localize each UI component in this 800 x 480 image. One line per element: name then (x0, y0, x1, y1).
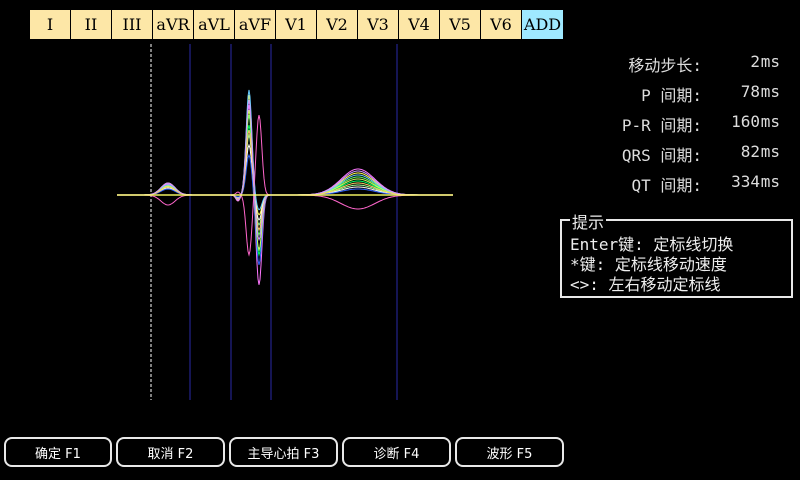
measurement-value: 160 (731, 112, 760, 131)
measurement-unit: ms (760, 142, 780, 161)
dominant-beat-f3-button[interactable]: 主导心拍 F3 (229, 437, 338, 467)
measurement-row: QRS 间期: 82 ms (560, 142, 790, 172)
lead-tab-avf[interactable]: aVF (235, 10, 276, 39)
lead-tab-ii[interactable]: II (71, 10, 112, 39)
diagnosis-f4-button[interactable]: 诊断 F4 (342, 437, 451, 467)
lead-trace-1 (117, 114, 453, 237)
measurement-label: P-R 间期: (621, 116, 702, 135)
average-beat-plot (117, 44, 453, 400)
measurement-label: QRS 间期: (621, 146, 702, 165)
lead-trace-3 (117, 133, 453, 226)
lead-trace-2 (117, 124, 453, 257)
lead-tab-v5[interactable]: V5 (440, 10, 481, 39)
measurement-value: 334 (731, 172, 760, 191)
measurement-row: P 间期: 78 ms (560, 82, 790, 112)
lead-trace-5 (117, 143, 453, 221)
lead-tab-v6[interactable]: V6 (481, 10, 522, 39)
hint-line-arrows: <>: 左右移动定标线 (570, 275, 721, 294)
measurement-unit: ms (760, 172, 780, 191)
lead-trace-0 (117, 94, 453, 216)
measurement-value: 82 (740, 142, 760, 161)
lead-tab-add[interactable]: ADD (522, 10, 564, 39)
measurement-value: 2 (750, 52, 760, 71)
measurement-row: 移动步长: 2 ms (560, 52, 790, 82)
hint-title: 提示 (570, 209, 607, 233)
measurement-label: QT 间期: (631, 176, 702, 195)
measurement-unit: ms (760, 112, 780, 131)
lead-tabs: I II III aVR aVL aVF V1 V2 V3 V4 V5 V6 ADD (30, 10, 564, 39)
lead-tab-avl[interactable]: aVL (194, 10, 235, 39)
lead-tab-v2[interactable]: V2 (317, 10, 358, 39)
confirm-f1-button[interactable]: 确定 F1 (4, 437, 112, 467)
lead-trace-9 (117, 110, 453, 252)
lead-tab-v4[interactable]: V4 (399, 10, 440, 39)
measurement-unit: ms (760, 52, 780, 71)
lead-tab-v3[interactable]: V3 (358, 10, 399, 39)
measurement-value: 78 (740, 82, 760, 101)
interval-measurements: 移动步长: 2 ms P 间期: 78 ms P-R 间期: 160 ms QRS 间期: 82 ms… (560, 52, 790, 202)
measurement-unit: ms (760, 82, 780, 101)
hint-box: 提示 Enter键: 定标线切换 *键: 定标线移动速度 <>: 左右移动定标线 (560, 209, 793, 298)
waveform-f5-button[interactable]: 波形 F5 (455, 437, 564, 467)
lead-tab-iii[interactable]: III (112, 10, 153, 39)
lead-tab-v1[interactable]: V1 (276, 10, 317, 39)
lead-tab-i[interactable]: I (30, 10, 71, 39)
lead-trace-11 (117, 100, 453, 242)
measurement-row: QT 间期: 334 ms (560, 172, 790, 202)
measurement-row: P-R 间期: 160 ms (560, 112, 790, 142)
cancel-f2-button[interactable]: 取消 F2 (116, 437, 225, 467)
measurement-label: 移动步长: (628, 56, 702, 75)
measurement-label: P 间期: (641, 86, 702, 105)
lead-trace-6 (117, 89, 453, 211)
lead-trace-7 (117, 153, 453, 266)
lead-trace-10 (117, 129, 453, 232)
lead-tab-avr[interactable]: aVR (153, 10, 194, 39)
